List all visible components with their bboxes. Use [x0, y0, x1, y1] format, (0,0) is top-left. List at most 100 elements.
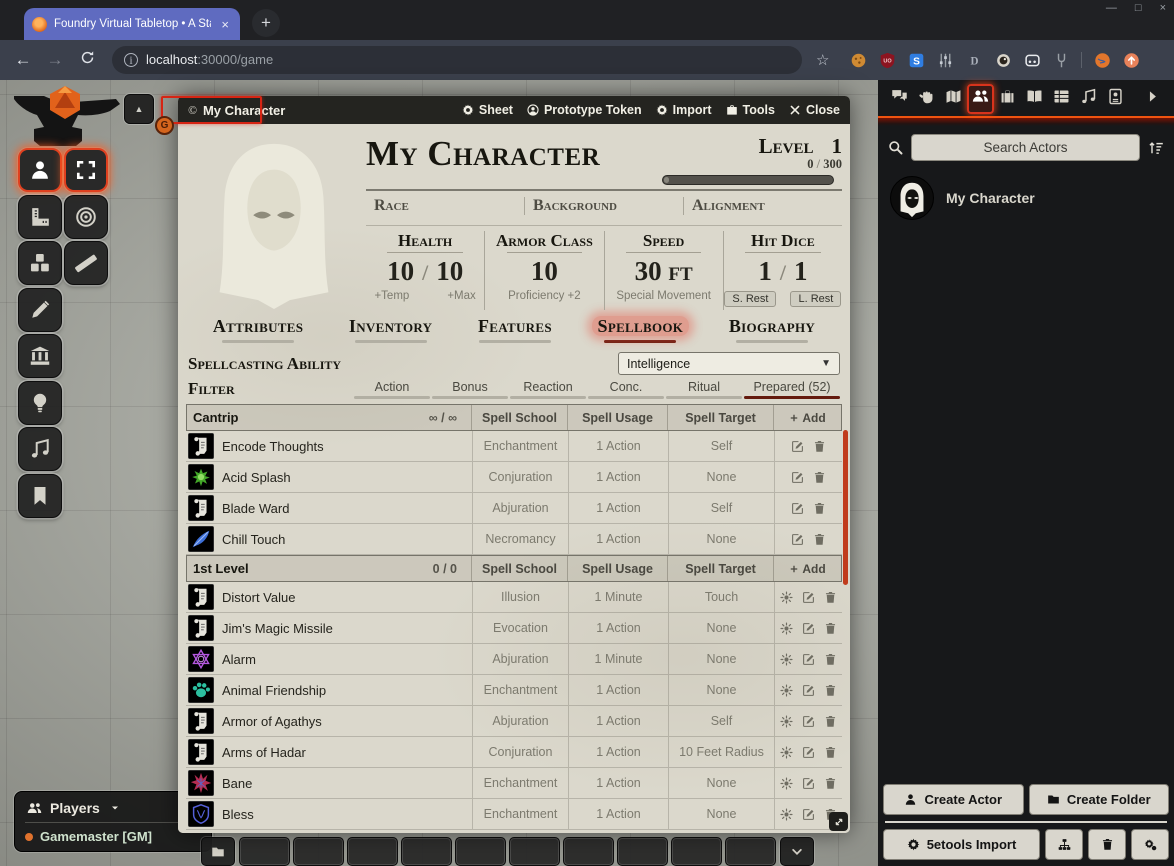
prepare-toggle-icon[interactable]: [780, 777, 793, 790]
header-button-close[interactable]: Close: [789, 103, 840, 117]
spell-shield-icon[interactable]: [188, 801, 214, 827]
filter-reaction[interactable]: Reaction: [510, 380, 586, 399]
edit-spell-icon[interactable]: [791, 471, 804, 484]
extension-s-blue-icon[interactable]: S: [907, 51, 925, 69]
window-header[interactable]: © My Character SheetPrototype TokenImpor…: [178, 96, 850, 124]
sidebar-tab-tables[interactable]: [1048, 84, 1075, 114]
prepare-toggle-icon[interactable]: [780, 591, 793, 604]
temp-hp-label[interactable]: +Temp: [374, 290, 409, 302]
address-bar[interactable]: i localhost:30000/game: [112, 46, 802, 74]
delete-spell-icon[interactable]: [813, 440, 826, 453]
sidebar-tab-chat[interactable]: [886, 84, 913, 114]
extension-avatar-orange-icon[interactable]: [1093, 51, 1111, 69]
minimize-icon[interactable]: —: [1106, 2, 1117, 14]
spell-acid-icon[interactable]: [188, 464, 214, 490]
edit-spell-icon[interactable]: [802, 653, 815, 666]
5etools-import-button[interactable]: 5etools Import: [883, 829, 1040, 860]
actor-list-item[interactable]: My Character: [878, 170, 1174, 226]
max-hp-label[interactable]: +Max: [447, 290, 475, 302]
spell-scroll-icon[interactable]: [188, 584, 214, 610]
settings-button[interactable]: [1131, 829, 1169, 860]
macro-slot[interactable]: [401, 837, 452, 866]
sort-icon[interactable]: [1148, 140, 1164, 156]
spell-scroll-icon[interactable]: [188, 433, 214, 459]
section-slots[interactable]: ∞ / ∞: [429, 411, 471, 425]
spell-name-cell[interactable]: Alarm: [186, 646, 472, 672]
toolbar-target-tool[interactable]: [64, 195, 108, 239]
speed-stat[interactable]: Speed 30 ft Special Movement: [604, 231, 723, 310]
header-button-import[interactable]: Import: [656, 103, 712, 117]
macro-folder-button[interactable]: [201, 837, 235, 866]
sidebar-tab-compendium[interactable]: [1102, 84, 1129, 114]
extension-ublock-shield-icon[interactable]: UO: [878, 51, 896, 69]
toolbar-sound-controls[interactable]: [18, 427, 62, 471]
tab-spellbook[interactable]: Spellbook: [592, 316, 690, 343]
spell-scroll-icon[interactable]: [188, 739, 214, 765]
edit-spell-icon[interactable]: [791, 440, 804, 453]
header-button-prototype-token[interactable]: Prototype Token: [527, 103, 642, 117]
spell-name-cell[interactable]: Chill Touch: [186, 526, 472, 552]
macro-slot[interactable]: [617, 837, 668, 866]
section-slots[interactable]: 0 / 0: [433, 562, 471, 576]
create-actor-button[interactable]: Create Actor: [883, 784, 1024, 815]
extension-cookie-icon[interactable]: [849, 51, 867, 69]
macro-slot[interactable]: [347, 837, 398, 866]
macro-slot[interactable]: [671, 837, 722, 866]
spell-name-cell[interactable]: Bane: [186, 770, 472, 796]
toolbar-tile-controls[interactable]: [18, 241, 62, 285]
extension-eye-icon[interactable]: [994, 51, 1012, 69]
character-sheet-window[interactable]: © My Character SheetPrototype TokenImpor…: [178, 96, 850, 833]
tab-biography[interactable]: Biography: [723, 316, 821, 343]
character-name[interactable]: My Character: [366, 132, 662, 176]
hit-dice-stat[interactable]: Hit Dice 1/1 S. Rest L. Rest: [723, 231, 842, 310]
delete-spell-icon[interactable]: [813, 502, 826, 515]
macro-slot[interactable]: [239, 837, 290, 866]
sidebar-tab-combat[interactable]: [913, 84, 940, 114]
toolbar-drawing-tools[interactable]: [18, 288, 62, 332]
extension-box-dots-icon[interactable]: [1023, 51, 1041, 69]
spell-paw-icon[interactable]: [188, 677, 214, 703]
alignment-field[interactable]: Alignment: [683, 197, 842, 215]
spell-name-cell[interactable]: Distort Value: [186, 584, 472, 610]
spell-name-cell[interactable]: Armor of Agathys: [186, 708, 472, 734]
edit-spell-icon[interactable]: [802, 622, 815, 635]
toolbar-token-controls[interactable]: [18, 148, 62, 192]
filter-bonus[interactable]: Bonus: [432, 380, 508, 399]
spell-feather-icon[interactable]: [188, 526, 214, 552]
back-icon[interactable]: ←: [10, 50, 36, 70]
spell-scroll-icon[interactable]: [188, 708, 214, 734]
add-spell-button[interactable]: Add: [773, 556, 841, 581]
site-info-icon[interactable]: i: [124, 53, 138, 67]
spell-scroll-icon[interactable]: [188, 615, 214, 641]
prepare-toggle-icon[interactable]: [780, 808, 793, 821]
toolbar-wall-tools[interactable]: [18, 334, 62, 378]
spell-name-cell[interactable]: Animal Friendship: [186, 677, 472, 703]
sidebar-tab-playlists[interactable]: [1075, 84, 1102, 114]
spell-name-cell[interactable]: Encode Thoughts: [186, 433, 472, 459]
browser-tab[interactable]: Foundry Virtual Tabletop • A Stan ×: [24, 8, 240, 40]
race-field[interactable]: Race: [366, 197, 524, 215]
toolbar-measure-controls[interactable]: [18, 195, 62, 239]
tab-attributes[interactable]: Attributes: [207, 316, 309, 343]
macro-slot[interactable]: [293, 837, 344, 866]
extension-d-letter-icon[interactable]: D: [965, 51, 983, 69]
toolbar-note-controls[interactable]: [18, 474, 62, 518]
macro-slot[interactable]: [509, 837, 560, 866]
xp-text[interactable]: 0 / 300: [662, 157, 842, 172]
filter-prepared-52-[interactable]: Prepared (52): [744, 380, 840, 399]
sidebar-tab-scenes[interactable]: [940, 84, 967, 114]
prepare-toggle-icon[interactable]: [780, 622, 793, 635]
spell-hexagram-icon[interactable]: [188, 646, 214, 672]
delete-spell-icon[interactable]: [824, 622, 837, 635]
reload-icon[interactable]: [74, 50, 100, 70]
spell-name-cell[interactable]: Bless: [186, 801, 472, 827]
delete-button[interactable]: [1088, 829, 1126, 860]
edit-spell-icon[interactable]: [802, 715, 815, 728]
filter-ritual[interactable]: Ritual: [666, 380, 742, 399]
header-button-tools[interactable]: Tools: [726, 103, 775, 117]
macro-slot[interactable]: [563, 837, 614, 866]
delete-spell-icon[interactable]: [824, 777, 837, 790]
macro-slot[interactable]: [455, 837, 506, 866]
edit-spell-icon[interactable]: [802, 746, 815, 759]
filter-conc-[interactable]: Conc.: [588, 380, 664, 399]
